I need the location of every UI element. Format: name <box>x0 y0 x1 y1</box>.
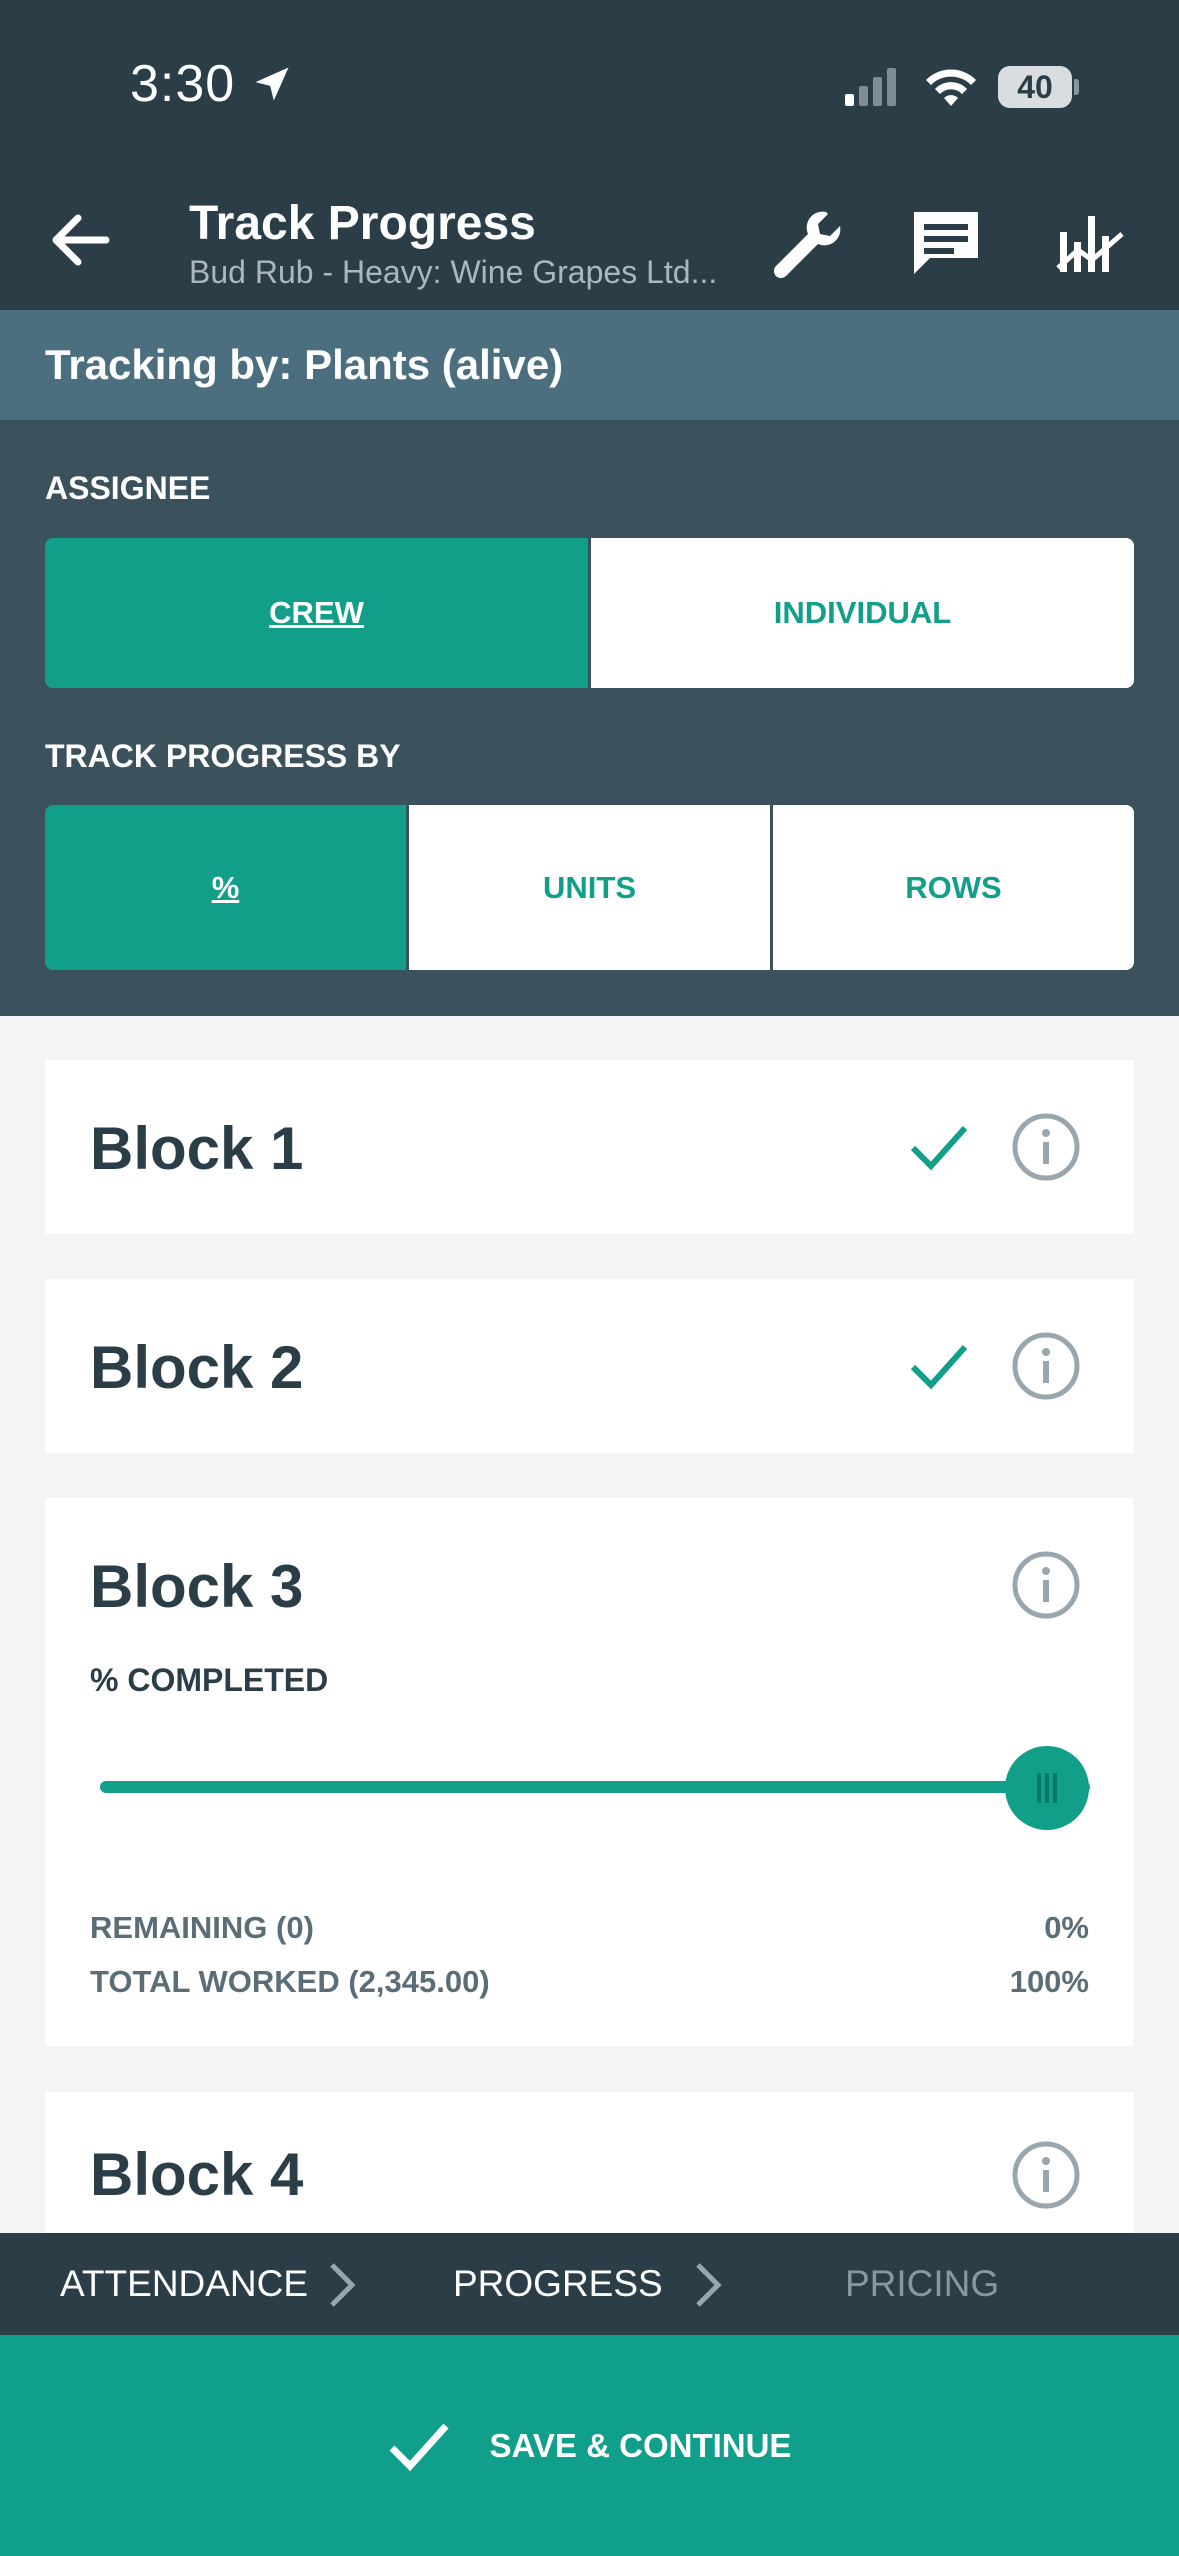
track-by-option-percent[interactable]: % <box>45 805 406 970</box>
assignee-label: ASSIGNEE <box>45 470 211 506</box>
chevron-right-icon <box>330 2263 356 2307</box>
status-time: 3:30 <box>130 55 236 113</box>
track-by-toggle: % UNITS ROWS <box>45 805 1134 970</box>
track-progress-by-label: TRACK PROGRESS BY <box>45 738 401 774</box>
workflow-steps: ATTENDANCE PROGRESS PRICING <box>0 2233 1179 2335</box>
percent-slider-thumb[interactable] <box>1005 1746 1089 1830</box>
total-worked-value: 100% <box>1009 1964 1089 1999</box>
wrench-icon[interactable] <box>768 206 844 282</box>
cellular-signal-icon <box>845 68 896 106</box>
step-pricing[interactable]: PRICING <box>845 2233 999 2335</box>
check-icon <box>389 2423 449 2471</box>
chart-icon[interactable] <box>1052 206 1128 282</box>
remaining-label: REMAINING (0) <box>90 1910 314 1945</box>
assignee-toggle: CREW INDIVIDUAL <box>45 538 1134 688</box>
assignee-option-individual[interactable]: INDIVIDUAL <box>588 538 1134 688</box>
location-arrow-icon <box>255 67 289 101</box>
step-attendance[interactable]: ATTENDANCE <box>60 2233 308 2335</box>
chevron-right-icon <box>696 2263 722 2307</box>
chat-icon[interactable] <box>908 206 984 282</box>
app-header: 3:30 40 Track Progress Bud Rub - Heavy: … <box>0 0 1179 310</box>
block-title: Block 2 <box>90 1334 304 1401</box>
step-progress[interactable]: PROGRESS <box>453 2233 663 2335</box>
percent-slider-track[interactable] <box>100 1781 1090 1793</box>
battery-indicator: 40 <box>998 66 1079 108</box>
save-continue-label: SAVE & CONTINUE <box>489 2426 792 2464</box>
block-title: Block 4 <box>90 2141 304 2208</box>
info-icon[interactable] <box>1011 1550 1081 1620</box>
block-card[interactable]: Block 2 <box>45 1279 1134 1453</box>
track-by-option-rows[interactable]: ROWS <box>770 805 1134 970</box>
check-icon <box>910 1344 968 1390</box>
info-icon[interactable] <box>1011 1112 1081 1182</box>
block-title: Block 1 <box>90 1115 304 1182</box>
filters-panel: ASSIGNEE CREW INDIVIDUAL TRACK PROGRESS … <box>0 420 1179 1016</box>
total-worked-label: TOTAL WORKED (2,345.00) <box>90 1964 490 1999</box>
track-by-option-units[interactable]: UNITS <box>406 805 770 970</box>
tracking-by-bar: Tracking by: Plants (alive) <box>0 310 1179 420</box>
block-card[interactable]: Block 4 <box>45 2092 1134 2233</box>
percent-completed-label: % COMPLETED <box>90 1662 329 1698</box>
info-icon[interactable] <box>1011 1331 1081 1401</box>
info-icon[interactable] <box>1011 2140 1081 2210</box>
block-card[interactable]: Block 1 <box>45 1060 1134 1234</box>
battery-level: 40 <box>998 66 1072 108</box>
check-icon <box>910 1125 968 1171</box>
assignee-option-crew[interactable]: CREW <box>45 538 588 688</box>
save-continue-button[interactable]: SAVE & CONTINUE <box>0 2335 1179 2556</box>
wifi-icon <box>926 69 976 106</box>
battery-tip <box>1074 79 1079 95</box>
remaining-value: 0% <box>1044 1910 1089 1945</box>
back-arrow-icon[interactable] <box>46 210 118 270</box>
block-title: Block 3 <box>90 1553 304 1620</box>
block-card-expanded: Block 3 % COMPLETED REMAINING (0) 0% TOT… <box>45 1498 1134 2046</box>
page-title: Track Progress <box>189 197 536 250</box>
page-subtitle: Bud Rub - Heavy: Wine Grapes Ltd... <box>189 254 718 290</box>
